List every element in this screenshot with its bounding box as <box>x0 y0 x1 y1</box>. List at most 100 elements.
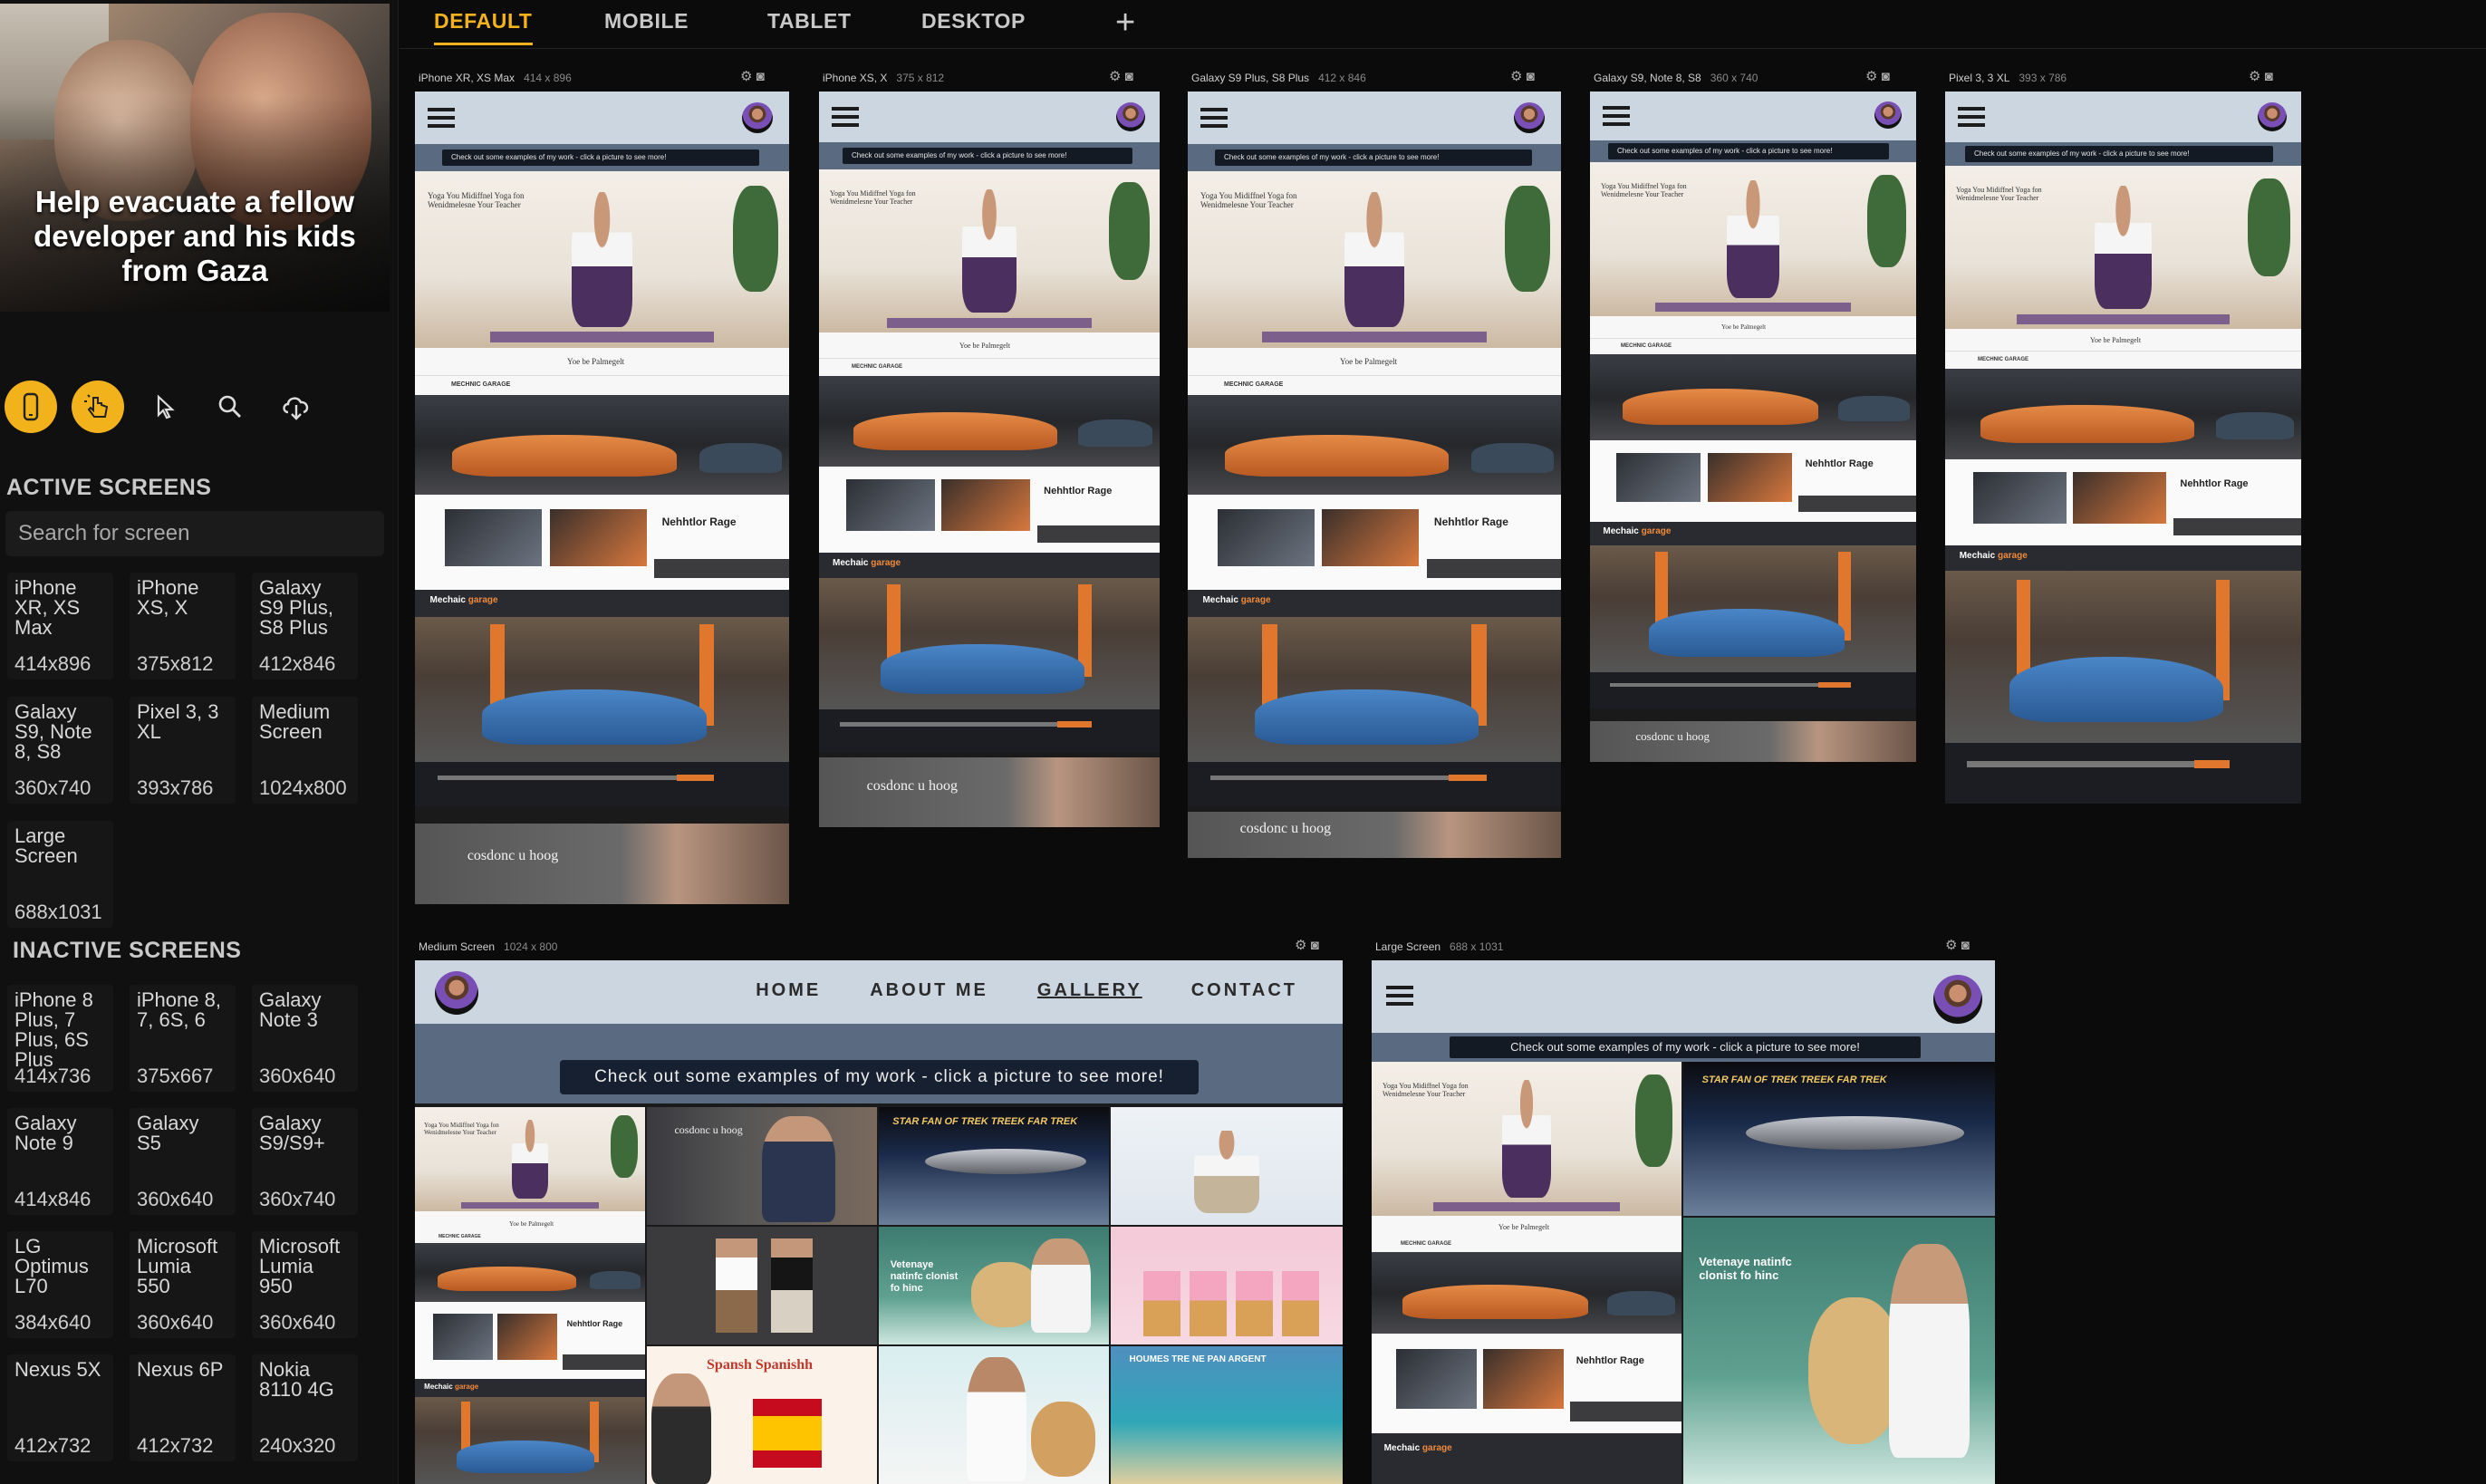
active-screen-tile[interactable]: Galaxy S9, Note 8, S8 360x740 <box>7 697 113 804</box>
footer-button[interactable] <box>1449 775 1487 781</box>
camera-icon[interactable]: ◙ <box>1311 938 1319 953</box>
camera-icon[interactable]: ◙ <box>1961 938 1970 953</box>
avatar[interactable] <box>1933 975 1982 1024</box>
gallery-item-garage[interactable] <box>1590 354 1916 440</box>
nav-contact[interactable]: CONTACT <box>1191 980 1297 1001</box>
active-screen-tile[interactable]: iPhone XS, X 375x812 <box>130 573 236 679</box>
menu-icon[interactable] <box>1200 108 1228 128</box>
gallery-item-site-mechanic[interactable]: Yoga You Midiffnel Yoga fon Wenidmelesne… <box>1372 1062 1681 1484</box>
device-frame-large-screen[interactable]: Check out some examples of my work - cli… <box>1372 960 1995 1484</box>
inactive-screen-tile[interactable]: Nexus 6P 412x732 <box>130 1354 236 1461</box>
gallery-item-yoga[interactable]: Yoga You Midiffnel Yoga fon Wenidmelesne… <box>1590 162 1916 316</box>
footer-button[interactable] <box>1818 682 1851 688</box>
camera-icon[interactable]: ◙ <box>1527 69 1535 84</box>
gallery-item-card[interactable]: Nehhtlor Rage <box>1188 495 1561 590</box>
cta-button[interactable]: Check out some examples of my work - cli… <box>843 148 1132 164</box>
gallery-item-workshop[interactable] <box>1188 617 1561 762</box>
gaza-banner[interactable]: Help evacuate a fellow developer and his… <box>0 4 390 312</box>
avatar[interactable] <box>742 102 773 133</box>
inactive-screen-tile[interactable]: Nexus 5X 412x732 <box>7 1354 113 1461</box>
gallery-item-card[interactable]: Nehhtlor Rage <box>1945 459 2301 545</box>
device-frame-iphone-xr[interactable]: Check out some examples of my work - cli… <box>415 92 789 904</box>
inactive-screen-tile[interactable]: iPhone 8 Plus, 7 Plus, 6S Plus 414x736 <box>7 985 113 1092</box>
menu-icon[interactable] <box>832 107 859 127</box>
cta-button[interactable]: Check out some examples of my work - cli… <box>1215 149 1532 166</box>
inactive-screen-tile[interactable]: Nokia 8110 4G 240x320 <box>252 1354 358 1461</box>
gallery-item-workshop[interactable] <box>415 617 789 762</box>
active-screen-tile[interactable]: iPhone XR, XS Max 414x896 <box>7 573 113 679</box>
cta-button[interactable]: Check out some examples of my work - cli… <box>1450 1036 1921 1058</box>
gallery-item-portrait[interactable]: cosdonc u hoog <box>819 757 1160 827</box>
gallery-item-portrait[interactable]: cosdonc u hoog <box>1590 721 1916 762</box>
device-frame-iphone-xs[interactable]: Check out some examples of my work - cli… <box>819 92 1160 827</box>
gallery-item-icecream[interactable] <box>1111 1227 1343 1344</box>
inactive-screen-tile[interactable]: Galaxy S5 360x640 <box>130 1108 236 1215</box>
menu-icon[interactable] <box>428 108 455 128</box>
settings-icon[interactable]: ⚙ <box>1865 69 1877 84</box>
nav-gallery[interactable]: GALLERY <box>1037 980 1142 1001</box>
camera-icon[interactable]: ◙ <box>2265 69 2273 84</box>
inactive-screen-tile[interactable]: Microsoft Lumia 950 360x640 <box>252 1231 358 1338</box>
inactive-screen-tile[interactable]: iPhone 8, 7, 6S, 6 375x667 <box>130 985 236 1092</box>
device-frame-galaxy-s9-plus[interactable]: Check out some examples of my work - cli… <box>1188 92 1561 858</box>
menu-icon[interactable] <box>1958 107 1985 127</box>
tab-desktop[interactable]: DESKTOP <box>921 9 1026 43</box>
gallery-item-portfolio[interactable]: cosdonc u hoog <box>647 1107 877 1225</box>
gallery-item-fashion[interactable] <box>647 1227 877 1344</box>
settings-icon[interactable]: ⚙ <box>1109 69 1121 84</box>
avatar[interactable] <box>1874 101 1902 129</box>
camera-icon[interactable]: ◙ <box>756 69 765 84</box>
gallery-item-garage[interactable] <box>819 376 1160 467</box>
gallery-item-garage[interactable] <box>1188 395 1561 495</box>
gallery-item-startrek[interactable]: STAR FAN OF TREK TREEK FAR TREK <box>879 1107 1109 1225</box>
camera-icon[interactable]: ◙ <box>1882 69 1890 84</box>
avatar[interactable] <box>435 971 478 1015</box>
gallery-item-vet[interactable]: Vetenaye natinfc clonist fo hinc <box>879 1227 1109 1344</box>
menu-icon[interactable] <box>1603 106 1630 126</box>
gallery-item-yoga-2[interactable] <box>1111 1107 1343 1225</box>
active-screen-tile[interactable]: Medium Screen 1024x800 <box>252 697 358 804</box>
gallery-item-card[interactable]: Nehhtlor Rage <box>415 495 789 590</box>
gallery-item-portrait[interactable]: cosdonc u hoog <box>415 824 789 904</box>
cta-button[interactable]: Check out some examples of my work - cli… <box>1965 146 2273 162</box>
footer-button[interactable] <box>2194 759 2231 769</box>
search-icon[interactable] <box>204 381 256 433</box>
footer-button[interactable] <box>1057 721 1092 728</box>
avatar[interactable] <box>1514 102 1545 133</box>
avatar[interactable] <box>1116 102 1145 131</box>
gallery-item-workshop[interactable] <box>819 578 1160 709</box>
tab-default[interactable]: DEFAULT <box>434 9 533 45</box>
inactive-screen-tile[interactable]: Galaxy Note 3 360x640 <box>252 985 358 1092</box>
gallery-item-yoga[interactable]: Yoga You Midiffnel Yoga fon Wenidmelesne… <box>819 169 1160 332</box>
cta-button[interactable]: Check out some examples of my work - cli… <box>1608 143 1889 159</box>
inactive-screen-tile[interactable]: Microsoft Lumia 550 360x640 <box>130 1231 236 1338</box>
avatar[interactable] <box>2258 102 2287 131</box>
gallery-item-card[interactable]: Nehhtlor Rage <box>1590 440 1916 522</box>
screen-search-input[interactable] <box>5 511 384 556</box>
gallery-item-yoga[interactable]: Yoga You Midiffnel Yoga fon Wenidmelesne… <box>1188 171 1561 348</box>
active-screen-tile[interactable]: Galaxy S9 Plus, S8 Plus 412x846 <box>252 573 358 679</box>
footer-button[interactable] <box>677 775 715 781</box>
gallery-item-site-mechanic[interactable]: Yoga You Midiffnel Yoga fon Wenidmelesne… <box>415 1107 645 1484</box>
gallery-item-startrek[interactable]: STAR FAN OF TREK TREEK FAR TREK <box>1683 1062 1995 1216</box>
menu-icon[interactable] <box>1386 986 1413 1006</box>
cta-button[interactable]: Check out some examples of my work - cli… <box>442 149 759 166</box>
tab-tablet[interactable]: TABLET <box>767 9 852 43</box>
gallery-item-workshop[interactable] <box>1945 571 2301 743</box>
gallery-item-workshop[interactable] <box>1590 545 1916 672</box>
device-frame-pixel-3[interactable]: Check out some examples of my work - cli… <box>1945 92 2301 804</box>
camera-icon[interactable]: ◙ <box>1125 69 1133 84</box>
cta-button[interactable]: Check out some examples of my work - cli… <box>560 1060 1199 1094</box>
active-screen-tile[interactable]: Large Screen 688x1031 <box>7 821 113 928</box>
hand-pointer-icon[interactable] <box>72 381 124 433</box>
nav-about[interactable]: ABOUT ME <box>870 980 988 1001</box>
settings-icon[interactable]: ⚙ <box>1295 938 1306 953</box>
device-frame-medium-screen[interactable]: HOME ABOUT ME GALLERY CONTACT Check out … <box>415 960 1343 1484</box>
tab-mobile[interactable]: MOBILE <box>604 9 689 43</box>
gallery-item-card[interactable]: Nehhtlor Rage <box>819 467 1160 553</box>
settings-icon[interactable]: ⚙ <box>740 69 752 84</box>
active-screen-tile[interactable]: Pixel 3, 3 XL 393x786 <box>130 697 236 804</box>
nav-home[interactable]: HOME <box>756 980 821 1001</box>
device-phone-icon[interactable] <box>5 381 57 433</box>
inactive-screen-tile[interactable]: LG Optimus L70 384x640 <box>7 1231 113 1338</box>
